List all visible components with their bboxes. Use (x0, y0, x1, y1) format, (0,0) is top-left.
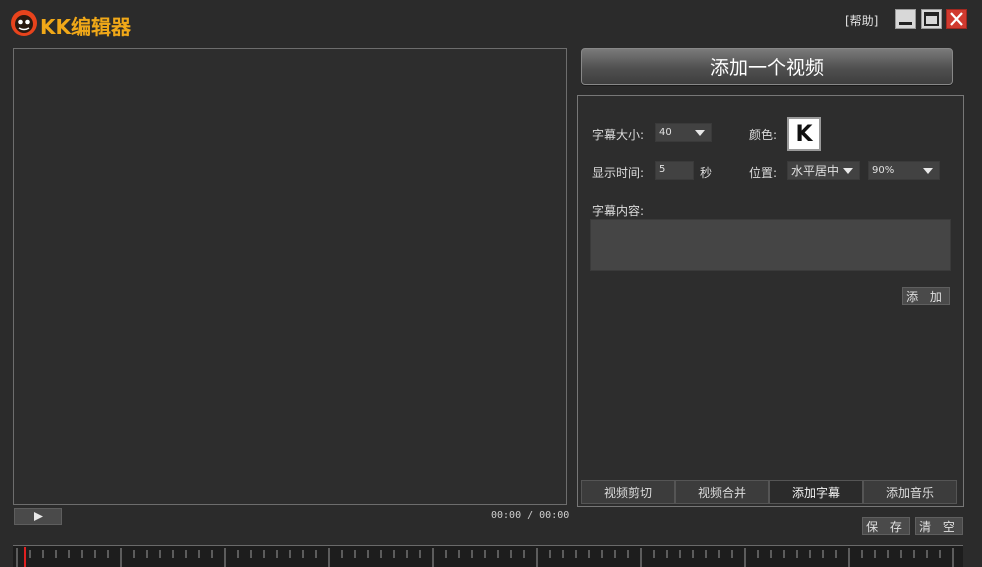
position-value: 水平居中 (791, 164, 840, 178)
app-title: KK编辑器 (40, 15, 131, 39)
maximize-icon (924, 12, 939, 26)
tab-add-music[interactable]: 添加音乐 (863, 480, 957, 504)
video-preview (13, 48, 567, 505)
add-video-button[interactable]: 添加一个视频 (581, 48, 953, 85)
color-swatch[interactable]: K (787, 117, 821, 151)
color-label: 颜色: (749, 128, 778, 142)
add-subtitle-button[interactable]: 添 加 (902, 287, 950, 305)
tab-video-merge[interactable]: 视频合并 (675, 480, 769, 504)
seconds-label: 秒 (700, 166, 713, 180)
clear-button[interactable]: 清 空 (915, 517, 963, 535)
help-link[interactable]: [帮助] (845, 12, 878, 29)
logo-icon (11, 10, 37, 36)
minimize-button[interactable] (895, 9, 916, 29)
subtitle-size-value: 40 (659, 127, 672, 138)
close-icon (950, 12, 963, 26)
chevron-down-icon (695, 130, 705, 136)
tab-video-cut[interactable]: 视频剪切 (581, 480, 675, 504)
subtitle-content-label: 字幕内容: (592, 204, 645, 218)
close-button[interactable] (946, 9, 967, 29)
color-sample-text: K (795, 121, 813, 147)
position-percent-select[interactable]: 90% (868, 161, 940, 180)
position-label: 位置: (749, 166, 778, 180)
chevron-down-icon (923, 168, 933, 174)
maximize-button[interactable] (921, 9, 942, 29)
time-display: 00:00 / 00:00 (491, 510, 570, 521)
play-icon (34, 512, 43, 521)
minimize-icon (899, 22, 912, 25)
timeline-playhead[interactable] (24, 547, 26, 567)
tab-add-subtitle[interactable]: 添加字幕 (769, 480, 863, 504)
duration-label: 显示时间: (592, 166, 645, 180)
percent-value: 90% (872, 165, 895, 176)
chevron-down-icon (843, 168, 853, 174)
subtitle-size-select[interactable]: 40 (655, 123, 712, 142)
position-select[interactable]: 水平居中 (787, 161, 860, 180)
subtitle-size-label: 字幕大小: (592, 128, 645, 142)
timeline-ruler[interactable] (13, 545, 963, 567)
save-button[interactable]: 保 存 (862, 517, 910, 535)
subtitle-content-textarea[interactable] (590, 219, 951, 271)
duration-input[interactable]: 5 (655, 161, 694, 180)
play-button[interactable] (14, 508, 62, 525)
